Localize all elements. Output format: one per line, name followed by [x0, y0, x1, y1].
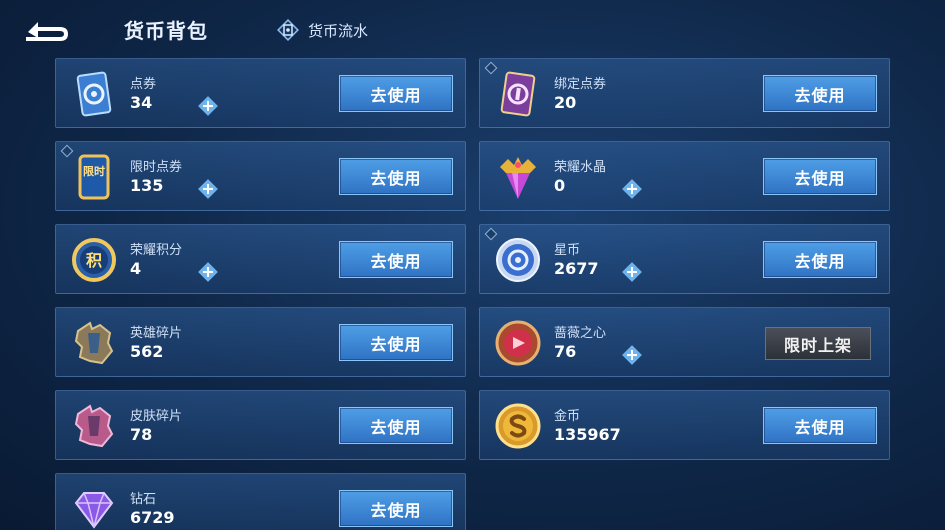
currency-amount: 2677: [554, 259, 599, 278]
rose-heart-icon: [495, 320, 541, 366]
currency-amount: 4: [130, 259, 142, 278]
limited-coupon-icon: 限时: [78, 154, 110, 200]
coupon-icon: [76, 71, 112, 117]
flow-diamond-icon: [277, 19, 299, 41]
use-button[interactable]: 去使用: [763, 407, 877, 444]
currency-card-glory-points: 积 荣耀积分 4 去使用: [55, 224, 466, 294]
currency-amount: 0: [554, 176, 566, 195]
currency-name: 绑定点券: [554, 77, 607, 92]
currency-amount: 562: [130, 342, 164, 361]
currency-card-skin-fragment: 皮肤碎片 78 去使用: [55, 390, 466, 460]
use-button[interactable]: 去使用: [339, 407, 453, 444]
add-plus-icon[interactable]: [197, 178, 219, 200]
add-plus-icon[interactable]: [197, 261, 219, 283]
currency-amount: 20: [554, 93, 577, 112]
currency-amount: 135: [130, 176, 164, 195]
svg-text:限时: 限时: [83, 164, 105, 178]
glory-crystal-icon: [500, 157, 536, 199]
currency-name: 皮肤碎片: [130, 409, 183, 424]
header-bar: 货币背包 货币流水: [0, 0, 945, 58]
currency-name: 点券: [130, 77, 157, 92]
currency-card-diamond: 钻石 6729 去使用: [55, 473, 466, 530]
use-button[interactable]: 去使用: [339, 324, 453, 361]
currency-name: 金币: [554, 409, 581, 424]
add-plus-icon[interactable]: [197, 95, 219, 117]
currency-card-glory-crystal: 荣耀水晶 0 去使用: [479, 141, 890, 211]
glory-points-icon: 积: [72, 238, 116, 282]
use-button[interactable]: 去使用: [339, 490, 453, 527]
currency-card-bound-coupon: 绑定点券 20 去使用: [479, 58, 890, 128]
currency-name: 限时点券: [130, 160, 183, 175]
currency-name: 荣耀积分: [130, 243, 183, 258]
use-button[interactable]: 去使用: [339, 158, 453, 195]
currency-amount: 78: [130, 425, 153, 444]
currency-card-hero-fragment: 英雄碎片 562 去使用: [55, 307, 466, 377]
currency-amount: 135967: [554, 425, 621, 444]
currency-amount: 34: [130, 93, 153, 112]
svg-text:积: 积: [86, 251, 102, 270]
currency-card-star-coin: 星币 2677 去使用: [479, 224, 890, 294]
currency-card-coupon: 点券 34 去使用: [55, 58, 466, 128]
currency-amount: 6729: [130, 508, 175, 527]
gold-coin-icon: [495, 403, 541, 449]
use-button[interactable]: 去使用: [339, 241, 453, 278]
add-plus-icon[interactable]: [621, 344, 643, 366]
currency-name: 钻石: [130, 492, 157, 507]
page-title: 货币背包: [124, 19, 208, 43]
use-button[interactable]: 去使用: [763, 241, 877, 278]
use-button[interactable]: 去使用: [339, 75, 453, 112]
currency-flow-link[interactable]: 货币流水: [276, 18, 368, 42]
use-button[interactable]: 去使用: [763, 75, 877, 112]
add-plus-icon[interactable]: [621, 261, 643, 283]
currency-name: 荣耀水晶: [554, 160, 607, 175]
currency-name: 蔷薇之心: [554, 326, 607, 341]
use-button[interactable]: 去使用: [763, 158, 877, 195]
currency-card-gold-coin: 金币 135967 去使用: [479, 390, 890, 460]
currency-name: 英雄碎片: [130, 326, 183, 341]
bound-coupon-icon: [500, 71, 536, 117]
currency-card-limited-coupon: 限时 限时点券 135 去使用: [55, 141, 466, 211]
limited-time-button: 限时上架: [765, 327, 871, 360]
diamond-icon: [74, 492, 114, 529]
currency-amount: 76: [554, 342, 577, 361]
star-coin-icon: [496, 238, 540, 282]
hero-fragment-icon: [74, 321, 114, 365]
currency-card-rose-heart: 蔷薇之心 76 限时上架: [479, 307, 890, 377]
flow-label: 货币流水: [308, 21, 369, 40]
add-plus-icon[interactable]: [621, 178, 643, 200]
skin-fragment-icon: [74, 404, 114, 448]
back-arrow-icon[interactable]: [22, 14, 72, 44]
currency-name: 星币: [554, 243, 581, 258]
